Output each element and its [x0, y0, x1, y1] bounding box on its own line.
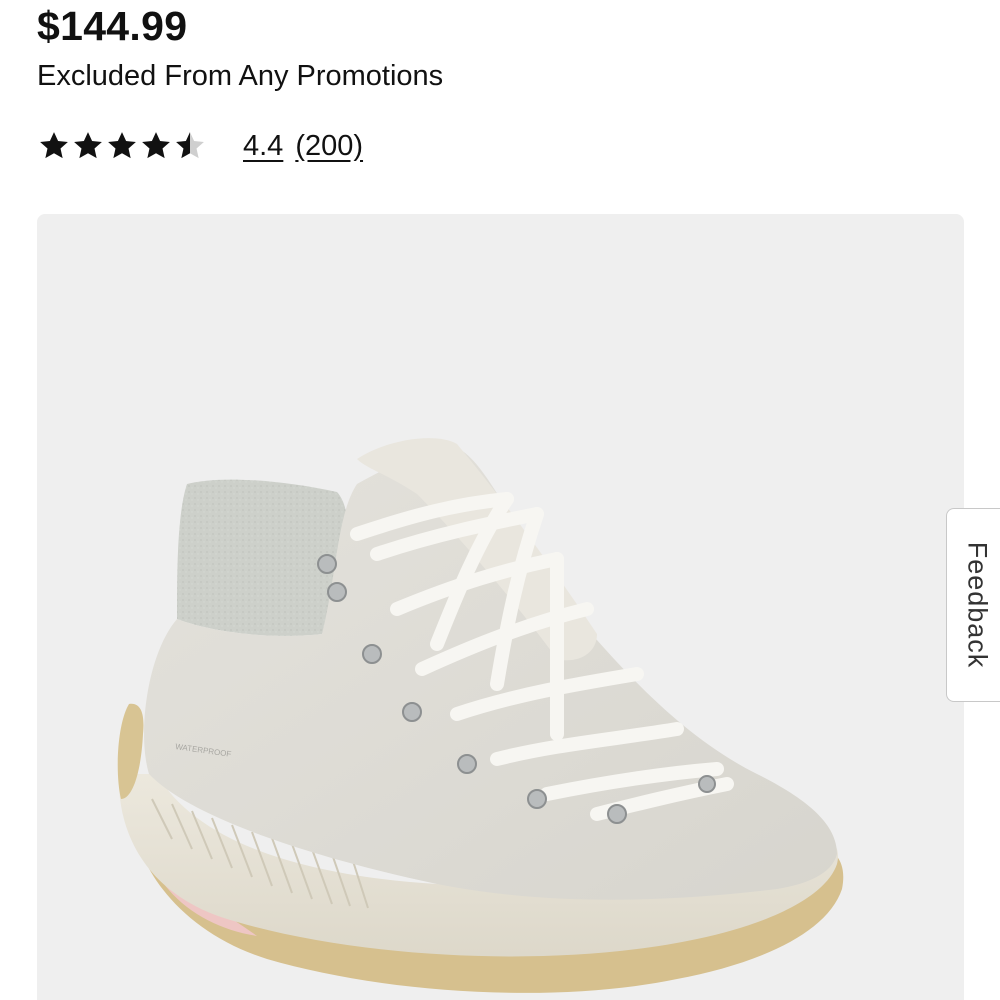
feedback-tab-button[interactable]: Feedback	[946, 508, 1000, 702]
product-image[interactable]: WATERPROOF	[37, 214, 964, 1000]
boot-illustration: WATERPROOF	[117, 438, 844, 993]
product-price: $144.99	[37, 3, 188, 49]
star-icon	[40, 132, 68, 159]
star-rating	[37, 129, 207, 163]
review-count-link[interactable]: (200)	[295, 130, 363, 163]
rating-value-link[interactable]: 4.4	[243, 130, 283, 163]
star-icon	[142, 132, 170, 159]
product-detail-page: $144.99 Excluded From Any Promotions 4.4…	[0, 0, 1000, 1000]
rating-summary: 4.4 (200)	[37, 126, 363, 166]
star-half-icon	[176, 132, 204, 159]
star-icon	[74, 132, 102, 159]
star-icon	[108, 132, 136, 159]
feedback-label: Feedback	[962, 541, 992, 669]
promotion-exclusion-note: Excluded From Any Promotions	[37, 60, 444, 92]
